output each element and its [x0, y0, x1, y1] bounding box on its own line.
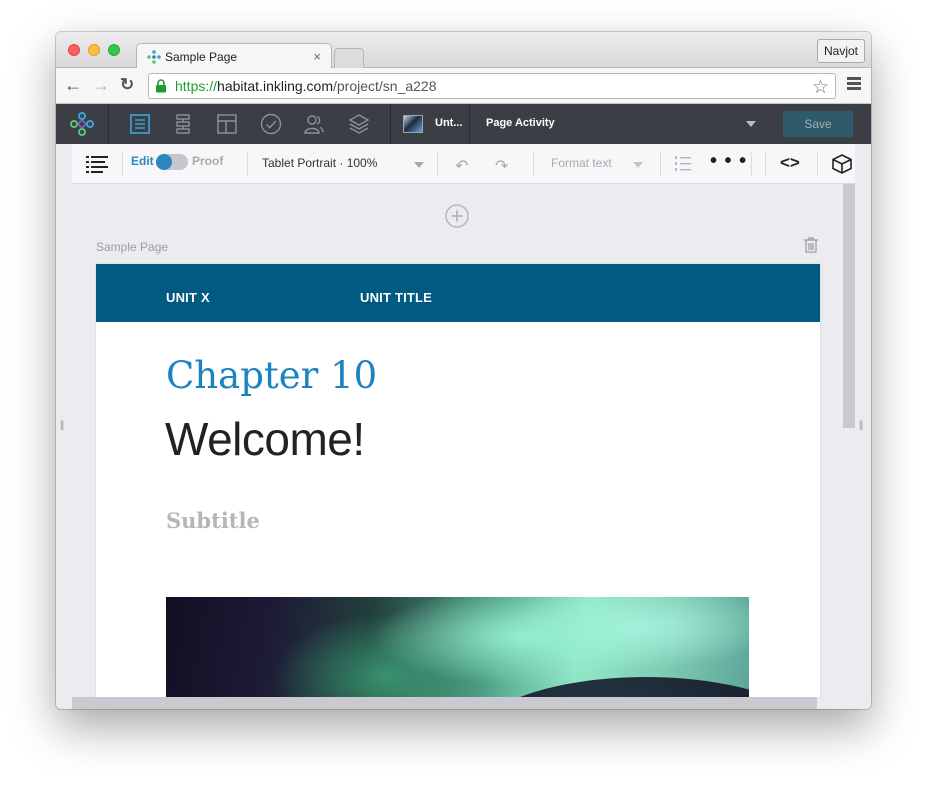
- reload-icon[interactable]: ↻: [120, 75, 134, 95]
- edit-toolbar: Edit Proof Tablet Portrait · 100% ↶ ↷ Fo…: [72, 144, 855, 184]
- app-toolbar: Unt... Page Activity Save: [56, 104, 871, 144]
- tab-title: Sample Page: [165, 50, 238, 64]
- toolbar-divider: [469, 104, 470, 144]
- toolbar-separator: [437, 152, 438, 176]
- page-activity-dropdown[interactable]: Page Activity: [486, 117, 555, 129]
- url-path: /project/sn_a228: [332, 78, 437, 94]
- chevron-down-icon[interactable]: [414, 162, 424, 168]
- chapter-heading[interactable]: Chapter 10: [166, 354, 377, 397]
- lock-icon: [156, 79, 166, 93]
- horizontal-scrollbar[interactable]: [72, 697, 817, 709]
- code-view-icon[interactable]: <>: [780, 153, 800, 173]
- browser-menu-icon[interactable]: [847, 77, 861, 91]
- toolbar-separator: [660, 152, 661, 176]
- horizontal-scroll-track: [817, 697, 871, 709]
- users-icon[interactable]: [303, 113, 325, 135]
- toolbar-separator: [751, 152, 752, 176]
- browser-tab-active[interactable]: Sample Page ×: [136, 43, 332, 69]
- browser-window: Sample Page × Navjot ← → ↻ https://habit…: [56, 32, 871, 709]
- page-name-label: Sample Page: [96, 240, 169, 254]
- vertical-scroll-thumb[interactable]: [843, 184, 855, 428]
- unit-banner[interactable]: UNIT X UNIT TITLE: [96, 264, 820, 322]
- checkmark-icon[interactable]: [260, 113, 282, 135]
- proof-mode-label[interactable]: Proof: [192, 154, 223, 168]
- more-options-icon[interactable]: • • •: [710, 150, 747, 173]
- new-tab-button[interactable]: [334, 48, 364, 68]
- document-name[interactable]: Unt...: [435, 117, 463, 129]
- chevron-down-icon[interactable]: [746, 121, 756, 127]
- add-block-icon[interactable]: [445, 204, 469, 228]
- page-preview[interactable]: UNIT X UNIT TITLE Chapter 10 Welcome! Su…: [96, 264, 820, 697]
- page-subtitle[interactable]: Subtitle: [166, 508, 260, 533]
- toolbar-separator: [765, 152, 766, 176]
- chevron-down-icon[interactable]: [633, 162, 643, 168]
- toolbar-separator: [817, 152, 818, 176]
- forward-arrow-icon[interactable]: →: [92, 75, 110, 95]
- page-icon[interactable]: [129, 113, 151, 135]
- back-arrow-icon[interactable]: ←: [64, 75, 82, 95]
- undo-icon[interactable]: ↶: [455, 156, 468, 176]
- url-input[interactable]: https://habitat.inkling.com/project/sn_a…: [148, 73, 836, 99]
- edit-mode-label[interactable]: Edit: [131, 154, 154, 168]
- trash-icon[interactable]: [803, 237, 819, 253]
- hero-image-shape: [466, 677, 749, 697]
- profile-button[interactable]: Navjot: [816, 39, 865, 63]
- address-bar: ← → ↻ https://habitat.inkling.com/projec…: [56, 68, 871, 104]
- outline-list-icon[interactable]: [86, 155, 108, 173]
- left-resize-handle[interactable]: ||: [60, 420, 64, 431]
- structure-icon[interactable]: [172, 113, 194, 135]
- bookmark-star-icon[interactable]: ☆: [812, 76, 829, 99]
- edit-proof-toggle[interactable]: [156, 154, 188, 170]
- inkling-favicon-icon: [147, 50, 161, 64]
- save-button[interactable]: Save: [783, 111, 853, 137]
- toolbar-separator: [533, 152, 534, 176]
- page-title[interactable]: Welcome!: [165, 412, 365, 466]
- right-resize-handle[interactable]: ||: [859, 420, 863, 431]
- toolbar-separator: [247, 152, 248, 176]
- url-text: https://habitat.inkling.com/project/sn_a…: [175, 78, 437, 94]
- layout-icon[interactable]: [216, 113, 238, 135]
- toolbar-separator: [122, 152, 123, 176]
- tab-close-icon[interactable]: ×: [313, 49, 321, 64]
- inkling-logo-icon[interactable]: [70, 112, 94, 136]
- numbered-list-icon[interactable]: [675, 155, 691, 173]
- editor-canvas: Sample Page UNIT X UNIT TITLE Chapter 10…: [72, 184, 855, 697]
- toolbar-divider: [108, 104, 109, 144]
- unit-title[interactable]: UNIT TITLE: [360, 290, 432, 305]
- layers-icon[interactable]: [348, 113, 370, 135]
- redo-icon[interactable]: ↷: [495, 156, 508, 176]
- toggle-knob: [156, 154, 172, 170]
- url-scheme: https://: [175, 78, 218, 94]
- browser-titlebar: Sample Page × Navjot: [56, 32, 871, 69]
- window-close-button[interactable]: [68, 44, 80, 56]
- unit-label[interactable]: UNIT X: [166, 290, 210, 305]
- device-preview-dropdown[interactable]: Tablet Portrait · 100%: [262, 156, 377, 170]
- toolbar-divider: [390, 104, 391, 144]
- document-thumbnail[interactable]: [403, 115, 423, 133]
- cube-icon[interactable]: [831, 153, 853, 175]
- window-maximize-button[interactable]: [108, 44, 120, 56]
- format-text-dropdown[interactable]: Format text: [551, 156, 612, 170]
- window-minimize-button[interactable]: [88, 44, 100, 56]
- aurora-hero-image[interactable]: [166, 597, 749, 697]
- url-host: habitat.inkling.com: [217, 78, 333, 94]
